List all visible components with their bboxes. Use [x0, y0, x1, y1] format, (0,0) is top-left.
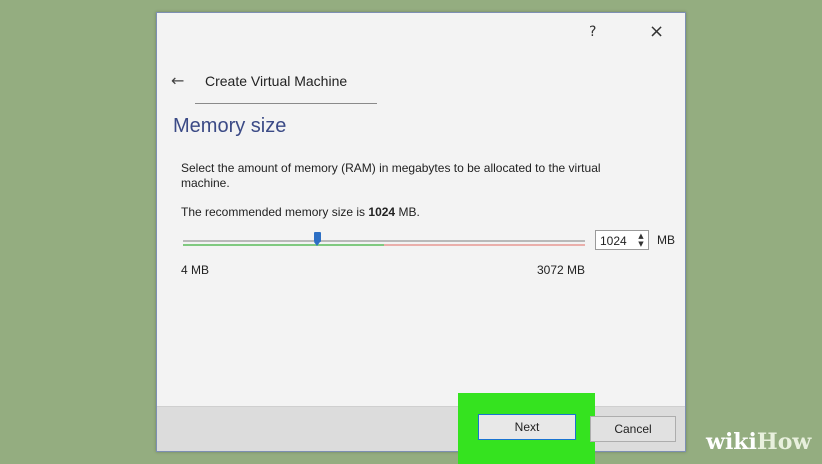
- memory-size-value[interactable]: 1024: [600, 234, 627, 248]
- spin-up-icon[interactable]: ▲: [636, 232, 646, 240]
- recommended-value: 1024: [368, 205, 396, 219]
- watermark-how: How: [756, 429, 812, 455]
- close-button[interactable]: ×: [649, 23, 664, 41]
- memory-slider-ticks: [183, 244, 585, 246]
- spin-arrows[interactable]: ▲ ▼: [636, 232, 646, 248]
- create-vm-dialog: ? × ← Create Virtual Machine Memory size…: [156, 12, 686, 452]
- help-button[interactable]: ?: [589, 23, 596, 41]
- memory-unit-label: MB: [657, 233, 675, 247]
- title-underline: [195, 103, 377, 104]
- next-button[interactable]: Next: [478, 414, 576, 440]
- recommended-memory-text: The recommended memory size is 1024 MB.: [181, 205, 420, 219]
- wizard-title: Create Virtual Machine: [205, 73, 348, 89]
- memory-size-spinbox[interactable]: 1024 ▲ ▼: [595, 230, 649, 250]
- spin-down-icon[interactable]: ▼: [636, 240, 646, 248]
- memory-slider-thumb[interactable]: [313, 232, 321, 246]
- slider-min-label: 4 MB: [181, 263, 210, 277]
- cancel-button[interactable]: Cancel: [590, 416, 676, 442]
- watermark-wiki: wiki: [706, 429, 757, 455]
- wikihow-watermark: wikiHow: [706, 429, 811, 455]
- memory-description: Select the amount of memory (RAM) in meg…: [181, 161, 601, 190]
- page-heading: Memory size: [173, 115, 287, 137]
- slider-max-label: 3072 MB: [537, 263, 586, 277]
- back-arrow-icon[interactable]: ←: [171, 71, 184, 90]
- recommended-prefix: The recommended memory size is: [181, 205, 369, 219]
- memory-slider-track[interactable]: [183, 240, 585, 242]
- recommended-suffix: MB.: [395, 205, 420, 219]
